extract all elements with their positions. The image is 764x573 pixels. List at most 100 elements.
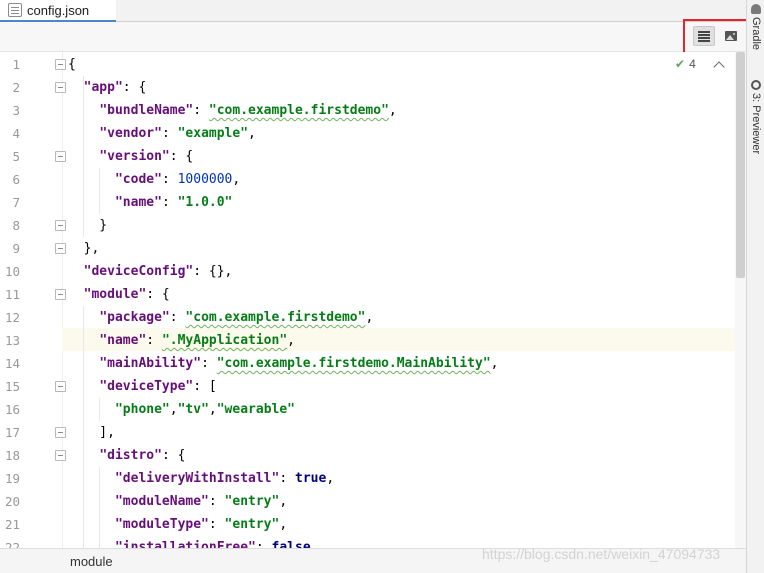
fold-toggle-icon[interactable] bbox=[55, 220, 66, 231]
code-token: : bbox=[161, 172, 178, 187]
fold-toggle-icon[interactable] bbox=[55, 151, 66, 162]
fold-toggle-icon[interactable] bbox=[55, 450, 66, 461]
preview-mode-button[interactable] bbox=[720, 26, 742, 46]
code-text: "package": "com.example.firstdemo", bbox=[68, 306, 373, 329]
fold-toggle-icon[interactable] bbox=[55, 427, 66, 438]
code-token: , bbox=[208, 402, 217, 417]
code-line: 1{ bbox=[0, 53, 746, 76]
line-number: 13 bbox=[4, 333, 20, 348]
fold-toggle-icon[interactable] bbox=[55, 243, 66, 254]
scrollbar-thumb[interactable] bbox=[736, 52, 745, 278]
code-token: "distro" bbox=[99, 448, 162, 463]
code-token: : { bbox=[146, 287, 170, 302]
code-text: "name": "1.0.0" bbox=[68, 191, 232, 214]
code-token: : [ bbox=[193, 379, 217, 394]
fold-toggle-icon[interactable] bbox=[55, 289, 66, 300]
line-number: 18 bbox=[4, 448, 20, 463]
code-token: }, bbox=[68, 241, 100, 256]
gradle-tool-tab[interactable]: Gradle bbox=[747, 4, 764, 50]
code-token: { bbox=[68, 57, 76, 72]
vertical-scrollbar[interactable] bbox=[735, 52, 746, 548]
line-number: 21 bbox=[4, 517, 20, 532]
code-token: "com.example.firstdemo" bbox=[185, 310, 366, 325]
code-token: true bbox=[295, 471, 327, 486]
line-number: 11 bbox=[4, 287, 20, 302]
code-text: "installationFree": false bbox=[68, 536, 311, 548]
line-number: 19 bbox=[4, 471, 20, 486]
code-text: "bundleName": "com.example.firstdemo", bbox=[68, 99, 397, 122]
previewer-tab-label: 3: Previewer bbox=[750, 93, 762, 155]
tab-config-json[interactable]: config.json bbox=[0, 0, 116, 22]
code-text: "phone","tv","wearable" bbox=[68, 398, 295, 421]
code-token: "example" bbox=[177, 126, 249, 141]
indent-guide bbox=[83, 76, 84, 237]
code-line: 21 "moduleType": "entry", bbox=[0, 513, 746, 536]
code-token: 1000000 bbox=[177, 172, 233, 187]
watermark: https://blog.csdn.net/weixin_47094733 bbox=[482, 546, 721, 562]
code-token: false bbox=[271, 540, 311, 548]
gradle-tab-label: Gradle bbox=[750, 17, 762, 51]
right-tool-strip: Gradle 3: Previewer bbox=[746, 0, 764, 573]
code-token: : bbox=[161, 126, 178, 141]
code-token: "code" bbox=[114, 172, 162, 187]
code-token: "app" bbox=[83, 80, 123, 95]
code-token: "com.example.firstdemo" bbox=[208, 103, 389, 118]
code-token: : bbox=[193, 103, 209, 118]
eye-icon bbox=[751, 80, 761, 90]
code-line: 5 "version": { bbox=[0, 145, 746, 168]
line-number: 20 bbox=[4, 494, 20, 509]
code-token: , bbox=[388, 103, 397, 118]
code-editor[interactable]: 1{2 "app": {3 "bundleName": "com.example… bbox=[0, 52, 746, 548]
code-text: "vendor": "example", bbox=[68, 122, 256, 145]
fold-toggle-icon[interactable] bbox=[55, 59, 66, 70]
code-token: "deviceConfig" bbox=[83, 264, 194, 279]
code-text: "module": { bbox=[68, 283, 170, 306]
code-token: , bbox=[490, 356, 499, 371]
code-token: "entry" bbox=[224, 494, 280, 509]
indent-guide bbox=[99, 168, 100, 214]
code-token: : { bbox=[122, 80, 147, 95]
line-number: 5 bbox=[12, 149, 20, 164]
line-number: 6 bbox=[12, 172, 20, 187]
code-token: "module" bbox=[83, 287, 147, 302]
code-line: 7 "name": "1.0.0" bbox=[0, 191, 746, 214]
line-number: 4 bbox=[12, 126, 20, 141]
code-token: "tv" bbox=[177, 402, 209, 417]
code-token: : bbox=[146, 333, 162, 348]
previewer-tool-tab[interactable]: 3: Previewer bbox=[747, 80, 764, 154]
code-token: : { bbox=[161, 448, 186, 463]
code-token: } bbox=[68, 218, 108, 233]
code-token: : bbox=[201, 356, 217, 371]
code-token: , bbox=[287, 333, 295, 348]
fold-toggle-icon[interactable] bbox=[55, 82, 66, 93]
gradle-icon bbox=[751, 4, 761, 14]
code-text: "deviceType": [ bbox=[68, 375, 217, 398]
line-number: 12 bbox=[4, 310, 20, 325]
lines-icon bbox=[698, 31, 710, 42]
code-token: : bbox=[208, 494, 225, 509]
breadcrumb-item[interactable]: module bbox=[70, 554, 113, 569]
code-line: 17 ], bbox=[0, 421, 746, 444]
line-number: 10 bbox=[4, 264, 20, 279]
code-token: , bbox=[279, 517, 288, 532]
code-token: : bbox=[279, 471, 295, 486]
line-number: 17 bbox=[4, 425, 20, 440]
code-text: } bbox=[68, 214, 107, 237]
code-token: "phone" bbox=[114, 402, 170, 417]
image-icon bbox=[725, 31, 737, 41]
code-line: 13 "name": ".MyApplication", bbox=[0, 329, 746, 352]
text-mode-button[interactable] bbox=[693, 26, 715, 46]
code-line: 11 "module": { bbox=[0, 283, 746, 306]
chevron-up-icon[interactable] bbox=[713, 60, 725, 73]
code-text: { bbox=[68, 53, 76, 76]
code-line: 14 "mainAbility": "com.example.firstdemo… bbox=[0, 352, 746, 375]
code-token: : bbox=[169, 310, 186, 325]
code-line: 18 "distro": { bbox=[0, 444, 746, 467]
code-text: "moduleName": "entry", bbox=[68, 490, 287, 513]
code-line: 16 "phone","tv","wearable" bbox=[0, 398, 746, 421]
code-token: "deviceType" bbox=[99, 379, 194, 394]
fold-toggle-icon[interactable] bbox=[55, 381, 66, 392]
code-token: : bbox=[161, 195, 178, 210]
